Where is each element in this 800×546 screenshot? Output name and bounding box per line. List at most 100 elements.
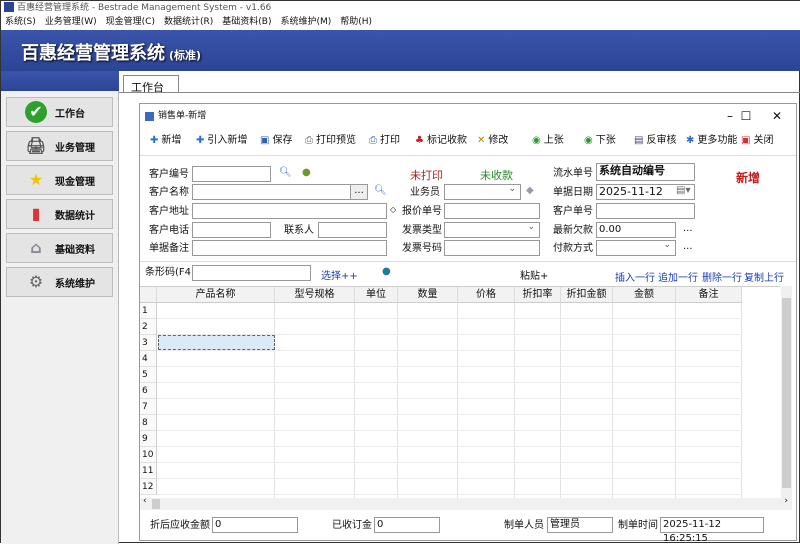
customer-name-input[interactable]: [192, 184, 352, 200]
sidebar-item[interactable]: ★ 现金管理: [6, 165, 113, 195]
search-icon[interactable]: 🔍︎: [279, 167, 292, 178]
row-number[interactable]: 10: [140, 447, 157, 463]
column-header[interactable]: 折扣率: [515, 287, 561, 303]
globe-icon[interactable]: ●: [382, 266, 391, 277]
pay-more-button[interactable]: ...: [683, 241, 693, 252]
select-link[interactable]: 选择++: [321, 267, 358, 282]
pay-method-select[interactable]: [596, 238, 676, 256]
sidebar-item[interactable]: 🖨 业务管理: [6, 131, 113, 161]
menu-bar: 系统(S) 业务管理(W) 现金管理(C) 数据统计(R) 基础资料(B) 系统维护(M)…: [1, 15, 800, 30]
salesman-select[interactable]: [444, 182, 521, 200]
barcode-input[interactable]: [192, 265, 311, 281]
row-number[interactable]: 7: [140, 399, 157, 415]
serial-no-input[interactable]: 系统自动编号: [596, 163, 695, 181]
row-action-link[interactable]: 追加一行: [658, 269, 698, 284]
arrow-up-icon: ◉: [532, 135, 541, 146]
maximize-button[interactable]: ☐: [731, 104, 761, 128]
row-number[interactable]: 4: [140, 351, 157, 367]
diamond-icon[interactable]: ◆: [526, 185, 534, 196]
horizontal-scrollbar[interactable]: ‹ ›: [140, 496, 792, 510]
row-action-link[interactable]: 复制上行: [744, 269, 784, 284]
toolbar-button[interactable]: ⎙ 打印预览: [305, 132, 356, 150]
menu-item[interactable]: 数据统计(R): [164, 17, 213, 27]
row-action-link[interactable]: 删除一行: [702, 269, 742, 284]
star-icon: ★: [28, 170, 44, 189]
window-close-button[interactable]: ✕: [762, 104, 792, 128]
column-header[interactable]: 型号规格: [275, 287, 355, 303]
column-header[interactable]: 单位: [355, 287, 398, 303]
toolbar-button[interactable]: ✚ 新增: [150, 132, 181, 150]
quote-no-label: 报价单号: [402, 206, 442, 217]
pay-status: 未收款: [480, 169, 513, 182]
toolbar-button[interactable]: ⎙ 打印: [369, 132, 400, 150]
tab-workbench[interactable]: 工作台: [123, 75, 179, 94]
deposit-label: 已收订金: [332, 520, 372, 531]
toolbar-button[interactable]: ✱ 更多功能: [686, 132, 737, 150]
row-number[interactable]: 8: [140, 415, 157, 431]
time-label: 制单时间: [618, 520, 658, 531]
invoice-no-input[interactable]: [444, 240, 540, 256]
row-action-link[interactable]: 插入一行: [615, 269, 655, 284]
sidebar-item[interactable]: ▮ 数据统计: [6, 199, 113, 229]
customer-addr-input[interactable]: [192, 203, 387, 219]
sidebar-item-label: 现金管理: [55, 176, 95, 188]
remark-input[interactable]: [192, 240, 387, 256]
toolbar-button[interactable]: ✕ 修改: [477, 132, 508, 150]
sidebar-item[interactable]: ✔ 工作台: [6, 97, 113, 127]
menu-item[interactable]: 基础资料(B): [222, 17, 271, 27]
vertical-scrollbar[interactable]: [781, 286, 792, 498]
deposit-input[interactable]: 0: [374, 517, 440, 533]
calendar-icon[interactable]: ▤▾: [676, 185, 690, 196]
menu-item[interactable]: 现金管理(C): [106, 17, 155, 27]
column-header[interactable]: 价格: [458, 287, 515, 303]
sidebar-item[interactable]: ⌂ 基础资料: [6, 233, 113, 263]
menu-item[interactable]: 帮助(H): [340, 17, 372, 27]
maker-input[interactable]: 管理员: [547, 517, 613, 533]
column-header[interactable]: 产品名称: [157, 287, 275, 303]
globe-icon[interactable]: ●: [302, 167, 311, 178]
row-number[interactable]: 5: [140, 367, 157, 383]
time-input[interactable]: 2025-11-12 16:25:15: [660, 517, 764, 544]
toolbar-button[interactable]: ▣ 关闭: [741, 132, 773, 150]
contact-input[interactable]: [318, 222, 387, 238]
toolbar-button[interactable]: ♣ 标记收款: [415, 132, 467, 150]
diamond-icon[interactable]: ◇: [390, 205, 396, 214]
toolbar-button[interactable]: ◉ 上张: [532, 132, 564, 150]
selected-cell[interactable]: [158, 335, 275, 350]
row-number[interactable]: 11: [140, 463, 157, 479]
latest-debt-input[interactable]: 0.00: [596, 222, 676, 238]
sidebar-item[interactable]: ⚙ 系统维护: [6, 267, 113, 297]
column-header[interactable]: 金额: [613, 287, 676, 303]
customer-no-label: 客户编号: [149, 169, 189, 180]
net-amount-input[interactable]: 0: [212, 517, 298, 533]
customer-picker-button[interactable]: ...: [350, 184, 368, 200]
invoice-type-select[interactable]: [444, 220, 540, 238]
row-number[interactable]: 2: [140, 319, 157, 335]
row-number[interactable]: 1: [140, 303, 157, 319]
row-number[interactable]: 3: [140, 335, 157, 351]
quote-no-input[interactable]: [444, 203, 540, 219]
menu-item[interactable]: 业务管理(W): [45, 17, 97, 27]
column-header[interactable]: 折扣金额: [561, 287, 613, 303]
column-divider: [560, 303, 561, 499]
row-number[interactable]: 9: [140, 431, 157, 447]
toolbar-button[interactable]: ◉ 下张: [584, 132, 616, 150]
column-header[interactable]: 数量: [398, 287, 458, 303]
paste-button[interactable]: 粘贴+: [520, 267, 548, 282]
row-number[interactable]: 12: [140, 479, 157, 495]
menu-item[interactable]: 系统维护(M): [280, 17, 331, 27]
debt-more-button[interactable]: ...: [683, 223, 693, 234]
product-grid[interactable]: 产品名称 型号规格 单位 数量 价格 折扣率 折扣金额 金额 备注 1 2 3 4 5 6 7 8 9 10 11 12: [140, 286, 780, 499]
row-number[interactable]: 6: [140, 383, 157, 399]
column-divider: [457, 303, 458, 499]
toolbar-button[interactable]: ▤ 反审核: [634, 132, 676, 150]
plus-icon: ✚: [150, 135, 159, 146]
menu-item[interactable]: 系统(S): [5, 17, 36, 27]
customer-no-input[interactable]: [192, 166, 271, 182]
toolbar-button[interactable]: ▣ 保存: [260, 132, 292, 150]
search-icon[interactable]: 🔍︎: [374, 185, 387, 196]
column-header[interactable]: 备注: [676, 287, 742, 303]
cust-order-no-input[interactable]: [596, 203, 695, 219]
toolbar-button[interactable]: ✚ 引入新增: [196, 132, 247, 150]
customer-phone-input[interactable]: [192, 222, 271, 238]
